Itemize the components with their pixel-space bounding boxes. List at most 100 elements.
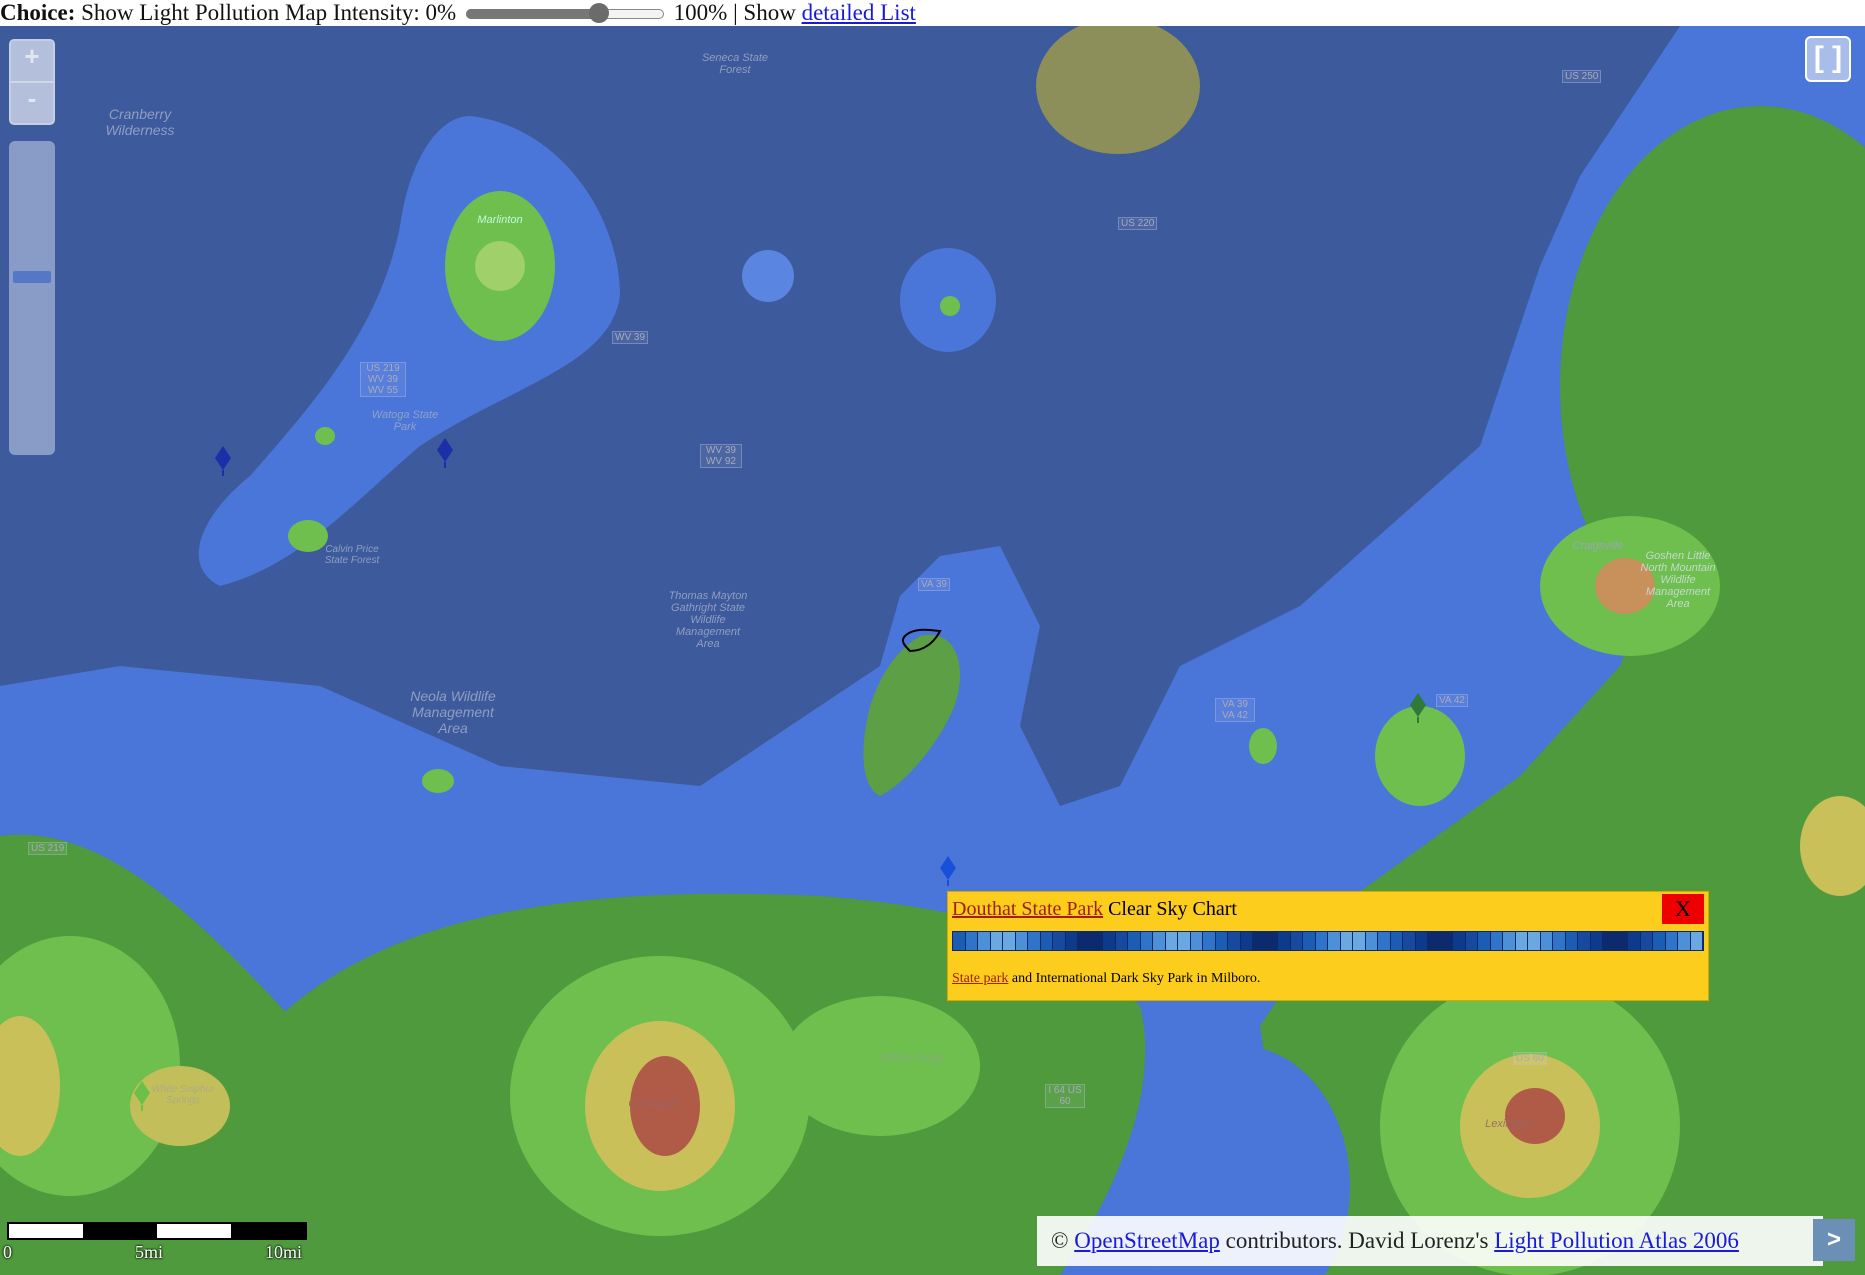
place-label-white-sulphur: White Sulphur Springs (151, 1084, 215, 1106)
chart-cell (978, 932, 991, 950)
chart-cell (1040, 932, 1053, 950)
place-label-covington: Covington (628, 1098, 678, 1110)
chart-cell (1203, 932, 1216, 950)
chart-cell (1315, 932, 1328, 950)
chart-cell (1290, 932, 1303, 950)
attribution: © OpenStreetMap contributors. David Lore… (1037, 1216, 1823, 1266)
chart-cell (1228, 932, 1241, 950)
marker-dark-1[interactable] (213, 446, 233, 476)
road-label-wv39: WV 39 (612, 331, 649, 344)
intensity-slider[interactable] (465, 2, 664, 23)
scale-label-10: 10mi (265, 1242, 303, 1262)
scale-label-5: 5mi (135, 1242, 164, 1262)
marker-douthat-shape (940, 856, 956, 886)
slider-thumb[interactable] (588, 2, 609, 23)
chart-cell (1128, 932, 1141, 950)
intensity-max-label: 100% | Show (673, 0, 796, 25)
chart-cell (1490, 932, 1503, 950)
choice-label: Choice: (0, 0, 76, 25)
blob-blue-2 (742, 250, 794, 302)
road-label-va42b: VA 42 (1436, 694, 1468, 707)
place-label-neola: Neola Wildlife Management Area (410, 688, 496, 736)
place-label-marlinton: Marlinton (477, 214, 523, 226)
chart-cell (1015, 932, 1028, 950)
chart-cell (1415, 932, 1428, 950)
road-label-wv92: WV 39 WV 92 (700, 444, 742, 468)
popup-description-text: and International Dark Sky Park in Milbo… (1011, 971, 1261, 986)
marker-dark-2[interactable] (435, 438, 455, 468)
douthat-park-link[interactable]: Douthat State Park (952, 898, 1103, 920)
scale-seg-2 (83, 1224, 157, 1238)
chart-cell (1665, 932, 1678, 950)
clear-sky-chart-popup: Douthat State Park Clear Sky Chart X Sta… (947, 891, 1709, 1001)
map-tiles[interactable] (0, 26, 1865, 1275)
chart-cell (1590, 932, 1603, 950)
light-pollution-map[interactable]: + - [ ] Cranberry Wilderness Seneca Stat… (0, 26, 1865, 1275)
chart-cell (1303, 932, 1316, 950)
state-park-link[interactable]: State park (952, 971, 1008, 986)
chart-cell (1065, 932, 1078, 950)
scale-bar: 0 5mi 10mi (3, 1222, 307, 1262)
blob-green-4 (422, 769, 454, 793)
marker-dark-2-shape (437, 438, 453, 468)
chart-cell (1565, 932, 1578, 950)
chart-cell (1515, 932, 1528, 950)
place-label-seneca: Seneca State Forest (701, 52, 769, 76)
chart-cell (1453, 932, 1466, 950)
clifton-light (780, 996, 980, 1136)
intensity-label: Show Light Pollution Map Intensity: 0% (81, 0, 457, 25)
road-label-va42: VA 39 VA 42 (1215, 698, 1255, 722)
chart-cell (1403, 932, 1416, 950)
zoom-in-button[interactable]: + (11, 41, 53, 81)
popup-title: Douthat State Park Clear Sky Chart (952, 898, 1237, 921)
attribution-toggle-button[interactable]: > (1813, 1219, 1855, 1261)
zoom-control: + - (9, 39, 55, 125)
marker-dark-1-shape (215, 446, 231, 476)
marker-green-2[interactable] (132, 1081, 152, 1111)
road-label-us60: US 60 (1513, 1052, 1547, 1065)
fullscreen-button[interactable]: [ ] (1805, 36, 1851, 82)
popup-description: State park and International Dark Sky Pa… (952, 971, 1260, 987)
blob-green-2 (315, 427, 335, 445)
chart-cell (1103, 932, 1116, 950)
detailed-list-link[interactable]: detailed List (802, 0, 916, 25)
attribution-prefix: © (1051, 1228, 1069, 1253)
road-label-va39: VA 39 (918, 578, 950, 591)
lexington-red (1505, 1088, 1565, 1144)
chart-cell (1053, 932, 1066, 950)
chart-cell (1028, 932, 1041, 950)
chart-cell (1528, 932, 1541, 950)
popup-close-button[interactable]: X (1662, 894, 1704, 924)
place-label-goshen: Goshen Little North Mountain Wildlife Ma… (1640, 550, 1716, 610)
chart-cell (1678, 932, 1691, 950)
zoom-out-button[interactable]: - (11, 83, 53, 123)
place-label-calvin: Calvin Price State Forest (324, 544, 380, 566)
marker-green-1[interactable] (1408, 693, 1428, 723)
place-label-clifton: Clifton Forge (880, 1052, 944, 1064)
place-label-cranberry: Cranberry Wilderness (105, 106, 175, 138)
scale-seg-4 (231, 1224, 305, 1238)
chart-cell (1553, 932, 1566, 950)
chart-cell (1428, 932, 1441, 950)
chart-cell (965, 932, 978, 950)
chart-cell (1078, 932, 1091, 950)
chart-cell (1353, 932, 1366, 950)
chart-cell (1115, 932, 1128, 950)
road-label-us220: US 220 (1118, 217, 1158, 230)
zoom-slider-handle[interactable] (13, 270, 51, 283)
zoom-slider[interactable] (9, 141, 55, 455)
chart-cell (1365, 932, 1378, 950)
openstreetmap-link[interactable]: OpenStreetMap (1074, 1228, 1220, 1253)
light-pollution-atlas-link[interactable]: Light Pollution Atlas 2006 (1494, 1228, 1739, 1253)
road-label-us219b: US 219 (28, 842, 68, 855)
chart-cell (1478, 932, 1491, 950)
chart-cell (1690, 932, 1703, 950)
control-bar: Choice: Show Light Pollution Map Intensi… (0, 0, 1865, 26)
marlinton-inner (475, 241, 525, 291)
marker-douthat[interactable] (938, 856, 958, 886)
chart-cell (1265, 932, 1278, 950)
road-label-us250: US 250 (1562, 70, 1602, 83)
chart-cell (1253, 932, 1266, 950)
place-label-thomas: Thomas Mayton Gathright State Wildlife M… (668, 590, 748, 650)
clear-sky-chart-strip[interactable] (952, 931, 1704, 951)
